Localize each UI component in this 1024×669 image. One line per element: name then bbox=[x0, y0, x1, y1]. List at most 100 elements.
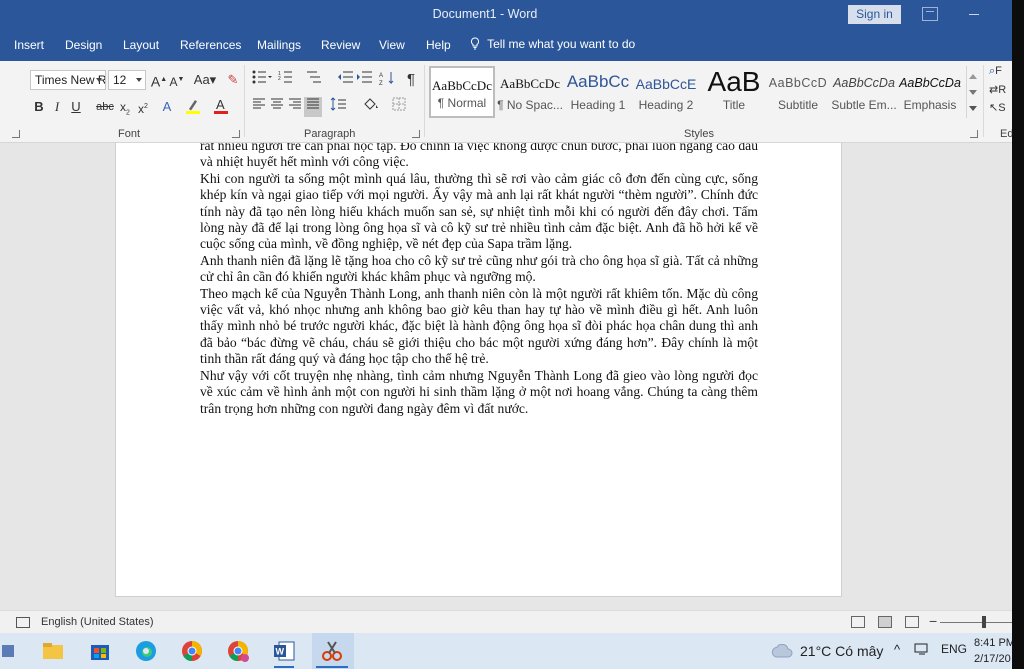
clear-formatting-icon[interactable]: ✎ bbox=[224, 70, 242, 90]
shrink-font-icon[interactable]: A▼ bbox=[168, 70, 186, 90]
running-indicator bbox=[274, 666, 294, 668]
svg-text:A: A bbox=[379, 73, 383, 79]
style-subtitle[interactable]: AaBbCcD Subtitle bbox=[765, 66, 831, 118]
numbering-icon[interactable]: 12 bbox=[276, 70, 300, 90]
style-normal[interactable]: AaBbCcDc ¶ Normal bbox=[429, 66, 495, 118]
find-button[interactable]: ⌕F bbox=[989, 65, 1002, 78]
font-size-value: 12 bbox=[113, 73, 127, 87]
bullets-icon[interactable] bbox=[250, 70, 274, 90]
language-status[interactable]: English (United States) bbox=[41, 616, 154, 628]
document-area: rất nhiều người trẻ cần phải học tập. Đó… bbox=[0, 143, 1012, 610]
decrease-indent-icon[interactable] bbox=[336, 70, 354, 90]
shading-icon[interactable] bbox=[360, 97, 384, 117]
svg-text:W: W bbox=[276, 647, 285, 657]
minimize-button[interactable] bbox=[964, 6, 984, 22]
clipboard-dialog-launcher-icon[interactable] bbox=[12, 130, 20, 138]
grow-font-icon[interactable]: A▲ bbox=[150, 70, 168, 90]
align-center-icon[interactable] bbox=[268, 97, 286, 117]
style-name: Emphasis bbox=[903, 98, 957, 112]
zoom-out-button[interactable]: − bbox=[929, 613, 937, 629]
tab-references[interactable]: References bbox=[180, 38, 241, 52]
scroll-up-icon[interactable] bbox=[969, 74, 977, 79]
style-no-spacing[interactable]: AaBbCcDc ¶ No Spac... bbox=[497, 66, 563, 118]
scroll-down-icon[interactable] bbox=[969, 90, 977, 95]
tab-mailings[interactable]: Mailings bbox=[257, 38, 301, 52]
tab-insert[interactable]: Insert bbox=[14, 38, 44, 52]
tab-view[interactable]: View bbox=[379, 38, 405, 52]
style-title[interactable]: AaB Title bbox=[701, 66, 767, 118]
proofing-icon[interactable] bbox=[16, 617, 30, 628]
chrome-profile-icon[interactable] bbox=[226, 639, 250, 663]
style-sample: AaBbCc bbox=[566, 72, 630, 91]
subscript-icon[interactable]: x2 bbox=[116, 97, 134, 117]
highlight-color-icon[interactable] bbox=[184, 97, 202, 117]
styles-gallery-scroll[interactable] bbox=[966, 66, 978, 118]
line-spacing-icon[interactable] bbox=[328, 97, 352, 117]
style-sample: AaBbCcDa bbox=[833, 76, 895, 90]
title-bar: Document1 - Word Sign in bbox=[0, 0, 1012, 30]
styles-dialog-launcher-icon[interactable] bbox=[970, 130, 978, 138]
strikethrough-icon[interactable]: abc bbox=[95, 97, 115, 117]
borders-icon[interactable] bbox=[389, 97, 415, 117]
style-sample: AaB bbox=[707, 66, 761, 97]
style-emphasis[interactable]: AaBbCcDa Emphasis bbox=[897, 66, 963, 118]
show-formatting-marks-icon[interactable]: ¶ bbox=[402, 70, 420, 90]
network-icon[interactable] bbox=[914, 642, 930, 656]
ribbon-display-options-icon[interactable] bbox=[922, 7, 938, 21]
snipping-tool-icon[interactable] bbox=[320, 639, 344, 663]
zoom-slider-thumb[interactable] bbox=[982, 616, 986, 628]
weather-widget[interactable]: 21°C Có mây bbox=[800, 643, 883, 659]
read-mode-icon[interactable] bbox=[851, 616, 865, 628]
bold-icon[interactable]: B bbox=[30, 97, 48, 117]
task-view-icon[interactable] bbox=[2, 639, 16, 663]
file-explorer-icon[interactable] bbox=[41, 639, 65, 663]
find-label: F bbox=[995, 65, 1002, 77]
align-right-icon[interactable] bbox=[286, 97, 304, 117]
chrome-icon[interactable] bbox=[180, 639, 204, 663]
font-name-dropdown[interactable]: Times New R bbox=[30, 70, 106, 90]
microsoft-store-icon[interactable] bbox=[88, 639, 112, 663]
tell-me-search[interactable]: Tell me what you want to do bbox=[470, 37, 635, 51]
print-layout-icon[interactable] bbox=[878, 616, 892, 628]
web-layout-icon[interactable] bbox=[905, 616, 919, 628]
tab-layout[interactable]: Layout bbox=[123, 38, 159, 52]
edge-icon[interactable] bbox=[134, 639, 158, 663]
svg-text:Z: Z bbox=[379, 81, 383, 86]
select-button[interactable]: ↖S bbox=[989, 101, 1006, 114]
paragraph: Anh thanh niên đã lặng lẽ tặng hoa cho c… bbox=[200, 252, 758, 285]
underline-icon[interactable]: U bbox=[67, 97, 85, 117]
increase-indent-icon[interactable] bbox=[355, 70, 373, 90]
change-case-icon[interactable]: Aa▾ bbox=[192, 70, 218, 90]
styles-group-label: Styles bbox=[684, 128, 714, 140]
paragraph: rất nhiều người trẻ cần phải học tập. Đó… bbox=[200, 143, 758, 170]
style-heading-1[interactable]: AaBbCc Heading 1 bbox=[565, 66, 631, 118]
more-styles-icon[interactable] bbox=[969, 106, 977, 111]
zoom-slider[interactable] bbox=[940, 622, 1012, 623]
multilevel-list-icon[interactable] bbox=[302, 70, 328, 90]
justify-icon[interactable] bbox=[304, 97, 322, 117]
style-heading-2[interactable]: AaBbCcE Heading 2 bbox=[633, 66, 699, 118]
chevron-up-icon[interactable]: ^ bbox=[894, 642, 900, 657]
word-icon[interactable]: W bbox=[272, 639, 296, 663]
paragraph: Theo mạch kể của Nguyễn Thành Long, anh … bbox=[200, 285, 758, 367]
replace-button[interactable]: ⇄R bbox=[989, 83, 1006, 96]
sign-in-button[interactable]: Sign in bbox=[848, 5, 901, 24]
document-page[interactable]: rất nhiều người trẻ cần phải học tập. Đó… bbox=[115, 143, 842, 597]
superscript-icon[interactable]: x2 bbox=[134, 97, 152, 117]
sort-icon[interactable]: AZ bbox=[378, 70, 396, 90]
document-body[interactable]: rất nhiều người trẻ cần phải học tập. Đó… bbox=[200, 143, 758, 417]
font-size-dropdown[interactable]: 12 bbox=[108, 70, 146, 90]
font-dialog-launcher-icon[interactable] bbox=[232, 130, 240, 138]
input-language[interactable]: ENG bbox=[941, 642, 967, 656]
tab-help[interactable]: Help bbox=[426, 38, 451, 52]
tab-design[interactable]: Design bbox=[65, 38, 102, 52]
font-color-icon[interactable]: A bbox=[212, 97, 230, 117]
clock[interactable]: 8:41 PM 2/17/20 bbox=[974, 635, 1012, 667]
paragraph-dialog-launcher-icon[interactable] bbox=[412, 130, 420, 138]
windows-taskbar: W 21°C Có mây ^ ENG 8:41 PM 2/17/20 bbox=[0, 633, 1012, 669]
style-subtle-emphasis[interactable]: AaBbCcDa Subtle Em... bbox=[831, 66, 897, 118]
align-left-icon[interactable] bbox=[250, 97, 268, 117]
tab-review[interactable]: Review bbox=[321, 38, 360, 52]
italic-icon[interactable]: I bbox=[48, 97, 66, 117]
text-effects-icon[interactable]: A bbox=[158, 97, 176, 117]
